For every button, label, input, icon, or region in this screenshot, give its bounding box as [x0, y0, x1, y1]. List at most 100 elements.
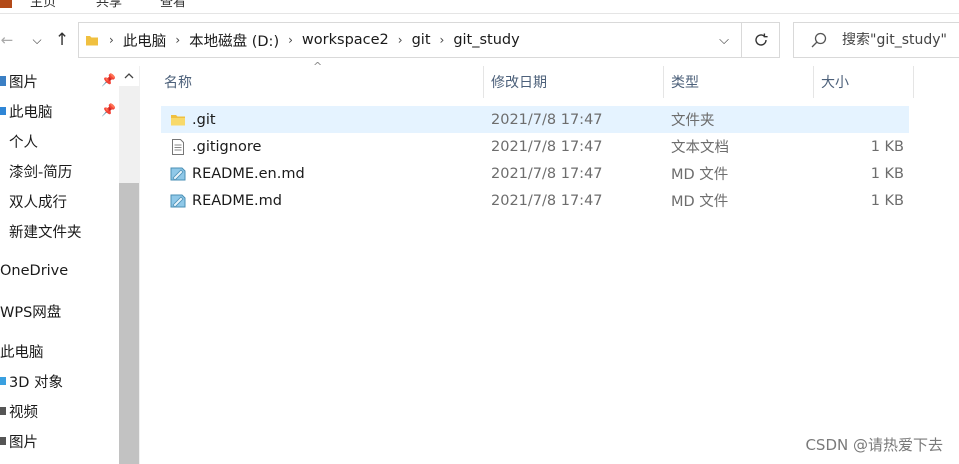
scroll-up-button[interactable]	[119, 66, 139, 86]
file-menu-tab[interactable]	[0, 0, 12, 8]
sidebar-item-personal[interactable]: 个人	[9, 128, 127, 154]
pin-icon[interactable]: 📌	[101, 103, 116, 117]
sidebar-item-3d-objects[interactable]: 3D 对象	[0, 368, 118, 394]
breadcrumb-separator[interactable]: ›	[105, 33, 118, 47]
column-divider[interactable]	[813, 66, 814, 98]
column-header-label: 类型	[671, 75, 699, 91]
sidebar-item-onedrive[interactable]: OneDrive	[0, 258, 118, 284]
breadcrumb-workspace2[interactable]: workspace2	[297, 32, 394, 48]
sidebar-item-label: 漆剑-简历	[9, 164, 73, 181]
breadcrumb-separator[interactable]: ›	[394, 33, 407, 47]
back-button[interactable]: ←	[0, 28, 14, 52]
table-row[interactable]: README.md 2021/7/8 17:47 MD 文件 1 KB	[161, 187, 909, 214]
column-header-label: 大小	[821, 75, 849, 91]
recent-locations-dropdown[interactable]: ⌵	[27, 28, 47, 52]
tab-share[interactable]: 共享	[96, 0, 122, 10]
file-name: README.md	[192, 192, 282, 209]
refresh-icon	[754, 33, 768, 46]
sidebar-item-new-folder[interactable]: 新建文件夹	[9, 218, 127, 244]
watermark: CSDN @请热爱下去	[805, 436, 943, 454]
column-header-label: 名称	[164, 75, 192, 91]
pane-divider	[139, 66, 140, 464]
table-row[interactable]: .gitignore 2021/7/8 17:47 文本文档 1 KB	[161, 133, 909, 160]
table-row[interactable]: README.en.md 2021/7/8 17:47 MD 文件 1 KB	[161, 160, 909, 187]
computer-icon	[0, 107, 6, 115]
pin-icon[interactable]: 📌	[101, 73, 116, 87]
file-name: .gitignore	[192, 138, 262, 155]
videos-icon	[0, 407, 6, 415]
column-divider[interactable]	[663, 66, 664, 98]
search-box[interactable]	[793, 22, 959, 58]
file-date: 2021/7/8 17:47	[491, 111, 603, 128]
file-name-cell: README.en.md	[169, 160, 305, 187]
sidebar-item-wps-drive[interactable]: WPS网盘	[0, 298, 118, 324]
sidebar-item-label: 新建文件夹	[9, 224, 82, 241]
file-type: MD 文件	[671, 194, 729, 210]
sidebar-item-it-takes-two[interactable]: 双人成行	[9, 188, 127, 214]
breadcrumb-local-disk-d[interactable]: 本地磁盘 (D:)	[184, 30, 284, 51]
sidebar-item-label: 图片	[9, 434, 38, 451]
scrollbar-thumb[interactable]	[119, 183, 139, 464]
file-size: 1 KB	[870, 192, 904, 209]
breadcrumb-git-study[interactable]: git_study	[448, 32, 524, 48]
file-name-cell: README.md	[169, 187, 282, 214]
file-type: 文件夹	[671, 113, 715, 129]
sidebar-item-pictures-2[interactable]: 图片	[0, 428, 118, 454]
3d-objects-icon	[0, 377, 6, 385]
breadcrumb-separator[interactable]: ›	[171, 33, 184, 47]
refresh-button[interactable]	[741, 22, 779, 58]
file-date: 2021/7/8 17:47	[491, 138, 603, 155]
sidebar-item-label: 3D 对象	[9, 374, 63, 391]
file-type: 文本文档	[671, 140, 729, 156]
sidebar-item-this-pc[interactable]: 此电脑	[0, 338, 118, 364]
breadcrumb-git[interactable]: git	[407, 32, 436, 48]
up-button[interactable]: ↑	[52, 28, 72, 52]
file-name-cell: .gitignore	[169, 133, 261, 160]
tab-view[interactable]: 查看	[160, 0, 186, 10]
file-name: README.en.md	[192, 165, 305, 182]
file-date: 2021/7/8 17:47	[491, 192, 603, 209]
breadcrumb: › 此电脑 › 本地磁盘 (D:) › workspace2 › git › g…	[105, 30, 525, 51]
tab-home[interactable]: 主页	[30, 0, 56, 10]
file-size: 1 KB	[870, 165, 904, 182]
text-file-icon	[172, 138, 184, 155]
search-input[interactable]	[842, 32, 959, 48]
breadcrumb-separator[interactable]: ›	[436, 33, 449, 47]
sidebar-item-resume[interactable]: 漆剑-简历	[9, 158, 127, 184]
pictures-icon	[0, 437, 6, 445]
md-file-icon	[170, 167, 186, 181]
file-type: MD 文件	[671, 167, 729, 183]
sidebar-item-videos[interactable]: 视频	[0, 398, 118, 424]
scrollbar-track[interactable]	[119, 86, 139, 183]
breadcrumb-this-pc[interactable]: 此电脑	[118, 30, 172, 51]
folder-icon	[86, 36, 98, 46]
file-size: 1 KB	[870, 138, 904, 155]
search-icon	[811, 32, 827, 48]
ribbon-bar: 主页 共享 查看	[0, 0, 959, 14]
sidebar-item-label: 图片	[9, 74, 38, 91]
navigation-bar: ← ⌵ ↑ › 此电脑 › 本地磁盘 (D:) › workspace2 › g…	[0, 14, 959, 66]
column-header-date[interactable]: 修改日期	[491, 66, 661, 98]
table-row[interactable]: .git 2021/7/8 17:47 文件夹	[161, 106, 909, 133]
column-header-size[interactable]: 大小	[821, 66, 911, 98]
column-header-name[interactable]: 名称	[164, 66, 482, 98]
folder-icon	[171, 114, 185, 125]
sidebar-item-label: 此电脑	[9, 104, 53, 121]
md-file-icon	[170, 194, 186, 208]
file-name: .git	[192, 111, 216, 128]
file-date: 2021/7/8 17:47	[491, 165, 603, 182]
address-bar[interactable]: › 此电脑 › 本地磁盘 (D:) › workspace2 › git › g…	[78, 22, 780, 58]
sidebar-item-label: OneDrive	[0, 263, 69, 279]
address-history-dropdown[interactable]: ⌵	[719, 33, 729, 48]
sidebar-item-label: 双人成行	[9, 194, 67, 211]
sidebar-item-label: 视频	[9, 404, 38, 421]
column-divider[interactable]	[913, 66, 914, 98]
breadcrumb-separator[interactable]: ›	[284, 33, 297, 47]
sidebar-item-label: 此电脑	[0, 344, 44, 361]
sidebar-item-label: 个人	[9, 134, 38, 151]
column-header-label: 修改日期	[491, 75, 547, 91]
column-divider[interactable]	[483, 66, 484, 98]
column-header-type[interactable]: 类型	[671, 66, 811, 98]
file-name-cell: .git	[169, 106, 216, 133]
pictures-icon	[0, 76, 6, 86]
